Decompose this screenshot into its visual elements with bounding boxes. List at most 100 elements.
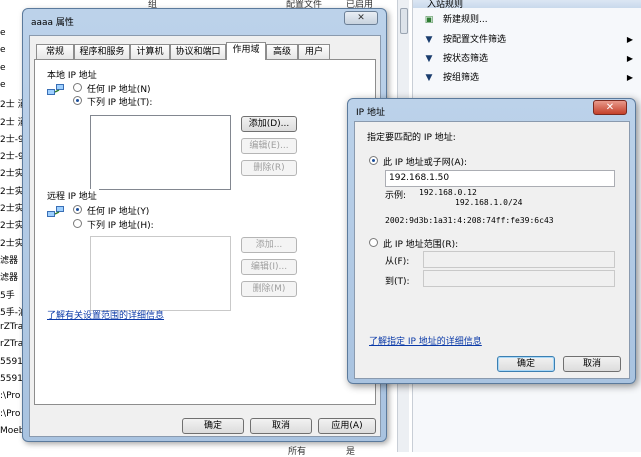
remote-list-ip-label: 下列 IP 地址(H):	[87, 221, 154, 231]
local-list-ip-radio[interactable]	[73, 96, 82, 105]
ok-button[interactable]: 确定	[182, 418, 244, 434]
local-ip-listbox[interactable]	[90, 115, 231, 190]
background-list-item[interactable]: 滤器	[0, 253, 24, 266]
background-list-item[interactable]: 2士实	[0, 218, 24, 231]
range-from-label: 从(F):	[385, 257, 410, 267]
new-rule-icon: ▣	[424, 15, 434, 25]
actions-header-label: 入站规则	[427, 0, 464, 10]
dialog-title: aaaa 属性	[31, 18, 74, 28]
actions-header: 入站规则	[413, 0, 641, 10]
action-label: 新建规则...	[443, 15, 488, 25]
action-filter-group[interactable]: ▼ 按组筛选 ▶	[423, 70, 637, 86]
submenu-arrow-icon: ▶	[626, 73, 633, 82]
background-list-item[interactable]: e	[0, 63, 24, 73]
range-to-label: 到(T):	[385, 277, 410, 287]
background-list-item[interactable]: 5591	[0, 357, 24, 367]
remote-ip-group-label: 远程 IP 地址	[45, 189, 99, 202]
tab-users[interactable]: 用户	[298, 44, 330, 60]
subnet-radio[interactable]	[369, 156, 378, 165]
action-label: 按状态筛选	[443, 54, 489, 64]
cancel-button[interactable]: 取消	[250, 418, 312, 434]
background-list-item[interactable]: :\Pro	[0, 409, 24, 419]
scrollbar-thumb[interactable]	[400, 8, 408, 34]
background-list-item[interactable]: 2士实	[0, 166, 24, 179]
tab-general[interactable]: 常规	[36, 44, 74, 60]
remote-delete-button[interactable]: 删除(M)	[241, 281, 297, 297]
background-list-item[interactable]: 5591	[0, 374, 24, 384]
background-list-item[interactable]: 2士 涌	[0, 115, 24, 128]
remote-any-ip-radio[interactable]	[73, 205, 82, 214]
tab-advanced[interactable]: 高级	[266, 44, 298, 60]
background-list-item[interactable]: rZTra	[0, 322, 24, 332]
local-ip-group-label: 本地 IP 地址	[45, 68, 99, 81]
example-subnet: 192.168.1.0/24	[455, 198, 523, 207]
range-to-input[interactable]	[423, 270, 615, 287]
close-icon[interactable]: ✕	[344, 11, 378, 25]
remote-ip-listbox[interactable]	[90, 236, 231, 311]
background-list-item[interactable]: 2士-9	[0, 132, 24, 145]
background-list-item[interactable]: 2士实	[0, 184, 24, 197]
background-list-item[interactable]: 2士 涌	[0, 97, 24, 110]
filter-icon: ▼	[425, 73, 433, 83]
dialog-title: IP 地址	[356, 108, 385, 118]
local-edit-button[interactable]: 编辑(E)...	[241, 138, 297, 154]
background-list-item[interactable]: :\Pro	[0, 391, 24, 401]
range-from-input[interactable]	[423, 251, 615, 268]
local-any-ip-radio[interactable]	[73, 83, 82, 92]
background-list-item[interactable]: 2士实	[0, 201, 24, 214]
local-add-button[interactable]: 添加(D)...	[241, 116, 297, 132]
example-ipv4: 192.168.0.12	[419, 188, 477, 197]
local-any-ip-label: 任何 IP 地址(N)	[87, 85, 151, 95]
dialog-client: 常规 程序和服务 计算机 协议和端口 作用域 高级 用户 本地 IP 地址 任何…	[29, 35, 381, 437]
subnet-input[interactable]: 192.168.1.50	[385, 170, 615, 187]
network-computers-icon	[47, 83, 65, 97]
action-filter-profile[interactable]: ▼ 按配置文件筛选 ▶	[423, 32, 637, 48]
range-label: 此 IP 地址范围(R):	[383, 240, 459, 250]
background-list-item[interactable]: e	[0, 45, 24, 55]
cell-profile: 所有	[288, 447, 307, 457]
rule-properties-dialog: aaaa 属性 ✕ 常规 程序和服务 计算机 协议和端口 作用域 高级 用户 本…	[22, 8, 387, 442]
example-ipv6: 2002:9d3b:1a31:4:208:74ff:fe39:6c43	[385, 216, 554, 225]
background-list-item[interactable]: 5手-泊	[0, 305, 24, 318]
background-column-header: 组 配置文件 已启用	[24, 0, 396, 10]
close-icon[interactable]: ✕	[593, 100, 627, 115]
background-rule-list: e e e e 2士 涌 2士 涌 2士-9 2士-9 2士实 2士实 2士实 2士实 2士实 滤器 滤器 5…	[0, 0, 24, 452]
local-list-ip-label: 下列 IP 地址(T):	[87, 98, 153, 108]
submenu-arrow-icon: ▶	[626, 54, 633, 63]
ip-prompt: 指定要匹配的 IP 地址:	[367, 133, 456, 143]
background-list-item[interactable]: 5手	[0, 288, 24, 301]
background-list-item[interactable]: rZTra	[0, 339, 24, 349]
subnet-label: 此 IP 地址或子网(A):	[383, 158, 468, 168]
background-list-item[interactable]: e	[0, 80, 24, 90]
network-computers-icon	[47, 205, 65, 219]
remote-any-ip-label: 任何 IP 地址(Y)	[87, 207, 150, 217]
filter-icon: ▼	[425, 35, 433, 45]
cancel-button[interactable]: 取消	[563, 356, 621, 372]
background-list-item[interactable]: 2士实	[0, 236, 24, 249]
action-filter-state[interactable]: ▼ 按状态筛选 ▶	[423, 51, 637, 67]
background-list-item[interactable]: e	[0, 28, 24, 38]
dialog-client: 指定要匹配的 IP 地址: 此 IP 地址或子网(A): 192.168.1.5…	[354, 121, 630, 379]
action-new-rule[interactable]: ▣ 新建规则...	[423, 12, 637, 28]
cell-enabled: 是	[346, 447, 356, 457]
tab-protocols-ports[interactable]: 协议和端口	[170, 44, 226, 60]
tab-scope[interactable]: 作用域	[226, 42, 266, 60]
background-list-item[interactable]: Moeb	[0, 426, 24, 436]
submenu-arrow-icon: ▶	[626, 35, 633, 44]
scope-help-link[interactable]: 了解有关设置范围的详细信息	[47, 308, 164, 321]
tab-programs-services[interactable]: 程序和服务	[74, 44, 130, 60]
background-list-item[interactable]: 2士-9	[0, 149, 24, 162]
remote-edit-button[interactable]: 编辑(I)...	[241, 259, 297, 275]
background-list-item[interactable]: 滤器	[0, 270, 24, 283]
remote-add-button[interactable]: 添加...	[241, 237, 297, 253]
ip-address-dialog: IP 地址 ✕ 指定要匹配的 IP 地址: 此 IP 地址或子网(A): 192…	[347, 98, 636, 384]
apply-button[interactable]: 应用(A)	[318, 418, 376, 434]
remote-list-ip-radio[interactable]	[73, 219, 82, 228]
tab-computers[interactable]: 计算机	[130, 44, 170, 60]
range-radio[interactable]	[369, 238, 378, 247]
local-delete-button[interactable]: 删除(R)	[241, 160, 297, 176]
ok-button[interactable]: 确定	[497, 356, 555, 372]
example-label: 示例:	[385, 191, 407, 201]
ip-help-link[interactable]: 了解指定 IP 地址的详细信息	[369, 334, 482, 347]
action-label: 按组筛选	[443, 73, 480, 83]
